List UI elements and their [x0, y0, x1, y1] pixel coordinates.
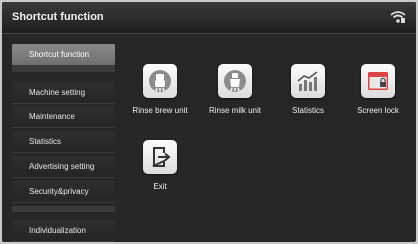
shortcut-grid: Rinse brew unit Rinse milk unit Statisti… — [126, 44, 416, 240]
sidebar-item-label: Maintenance — [29, 112, 75, 121]
wifi-icon — [390, 11, 406, 23]
sidebar-item-maintenance[interactable]: Maintenance — [12, 106, 115, 128]
page-title: Shortcut function — [12, 11, 104, 23]
sidebar-item-advertising-setting[interactable]: Advertising setting — [12, 156, 115, 178]
sidebar-item-statistics[interactable]: Statistics — [12, 131, 115, 153]
sidebar-item-label: Individualization — [29, 226, 86, 235]
sidebar-item-individualization[interactable]: Individualization — [12, 220, 115, 242]
statistics-button[interactable]: Statistics — [272, 64, 344, 115]
app-window: Shortcut function Shortcut function Mach… — [2, 2, 416, 242]
rinse-brew-unit-button[interactable]: Rinse brew unit — [124, 64, 196, 115]
tile-label: Screen lock — [357, 106, 399, 115]
sidebar-item-label: Shortcut function — [29, 50, 90, 59]
tile-label: Exit — [153, 182, 167, 191]
sidebar-item-shortcut-function[interactable]: Shortcut function — [12, 44, 115, 66]
sidebar-menu: Shortcut function Machine setting Mainte… — [12, 44, 115, 242]
sidebar-item-label: Security&privacy — [29, 187, 89, 196]
screen-lock-button[interactable]: Screen lock — [342, 64, 414, 115]
tile-label: Statistics — [291, 106, 324, 115]
sidebar-item-machine-setting[interactable]: Machine setting — [12, 82, 115, 104]
exit-button[interactable]: Exit — [124, 140, 196, 191]
exit-icon — [143, 140, 177, 174]
statistics-chart-icon — [291, 64, 325, 98]
sidebar-item-label: Statistics — [29, 137, 62, 146]
title-bar: Shortcut function — [2, 2, 416, 34]
sidebar-item-security-privacy[interactable]: Security&privacy — [12, 181, 115, 203]
rinse-brew-unit-icon — [143, 64, 177, 98]
tile-label: Rinse brew unit — [132, 106, 188, 115]
rinse-milk-unit-icon — [218, 64, 252, 98]
sidebar-item-label: Machine setting — [29, 88, 86, 97]
tile-label: Rinse milk unit — [208, 106, 261, 115]
rinse-milk-unit-button[interactable]: Rinse milk unit — [199, 64, 271, 115]
screen-lock-icon — [361, 64, 395, 98]
sidebar-divider — [12, 206, 115, 212]
sidebar-divider — [12, 66, 115, 72]
sidebar-item-label: Advertising setting — [29, 162, 95, 171]
